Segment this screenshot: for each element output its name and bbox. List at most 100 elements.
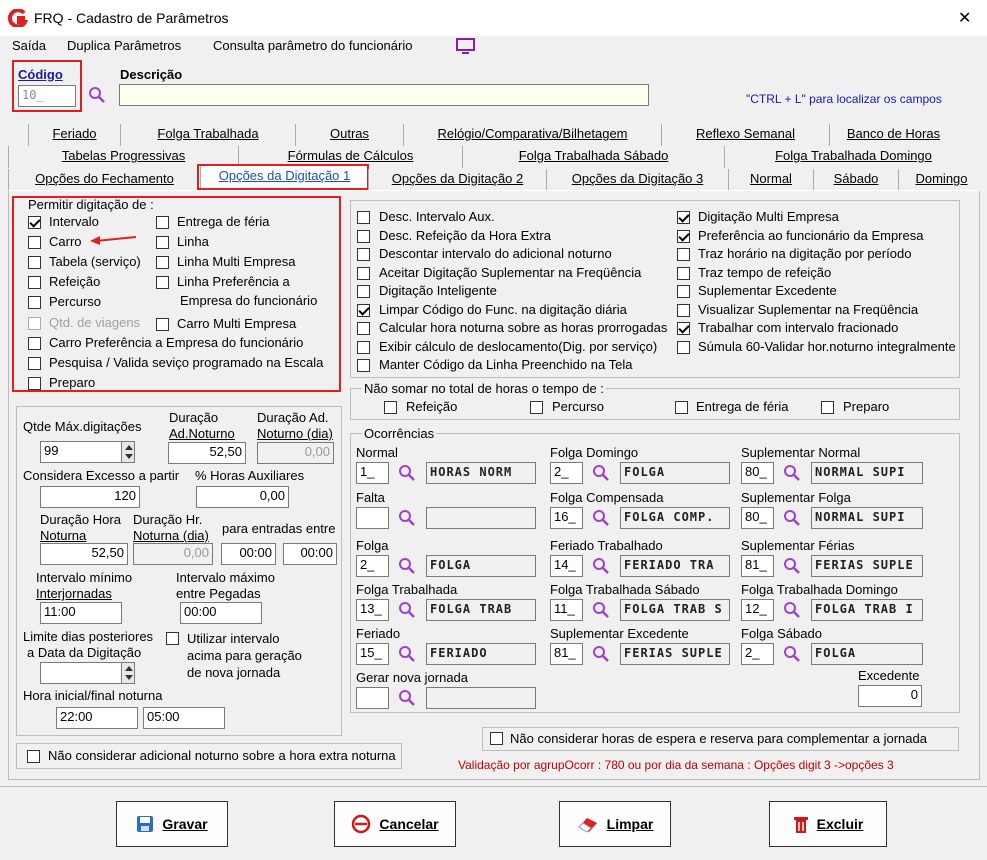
tab-opcoes-digitacao-2[interactable]: Opções da Digitação 2 [368, 169, 546, 191]
tabela-servico-checkbox[interactable] [28, 256, 41, 269]
horas-aux-input[interactable]: 0,00 [196, 486, 289, 508]
nao-considerar-adicional-checkbox[interactable] [27, 750, 40, 763]
dur-hora-not-input[interactable]: 52,50 [40, 543, 128, 565]
nao-somar-preparo-checkbox[interactable] [821, 401, 834, 414]
limpar-button[interactable]: Limpar [559, 801, 671, 847]
ocorrencia-code-input[interactable]: 14_ [550, 555, 583, 577]
int-min-input[interactable]: 11:00 [40, 602, 122, 624]
dur-ad-not-dia-input[interactable]: 0,00 [257, 442, 334, 464]
search-icon[interactable] [398, 557, 416, 575]
tab-domingo[interactable]: Domingo [898, 169, 984, 191]
option-checkbox[interactable] [357, 211, 370, 224]
refeicao-checkbox[interactable] [28, 276, 41, 289]
ocorrencia-code-input[interactable]: 11_ [550, 599, 583, 621]
carro-multi-checkbox[interactable] [156, 318, 169, 331]
ocorrencia-code-input[interactable]: 2_ [741, 643, 774, 665]
entrada1-input[interactable]: 00:00 [221, 543, 276, 565]
limite-input[interactable] [40, 662, 122, 684]
ocorrencia-code-input[interactable]: 15_ [356, 643, 389, 665]
carro-checkbox[interactable] [28, 236, 41, 249]
ocorrencia-code-input[interactable]: 13_ [356, 599, 389, 621]
qtde-input[interactable]: 99 [40, 441, 122, 463]
ocorrencia-code-input[interactable]: 80_ [741, 462, 774, 484]
ocorrencia-code-input[interactable]: 12_ [741, 599, 774, 621]
option-checkbox[interactable] [677, 340, 690, 354]
tab-opcoes-digitacao-3[interactable]: Opções da Digitação 3 [546, 169, 728, 191]
tab-folga-trab-sabado[interactable]: Folga Trabalhada Sábado [462, 146, 724, 168]
nao-considerar-espera-checkbox[interactable] [490, 732, 503, 745]
menu-duplica[interactable]: Duplica Parâmetros [67, 38, 181, 53]
option-checkbox[interactable] [677, 303, 690, 317]
entrada2-input[interactable]: 00:00 [283, 543, 337, 565]
option-checkbox[interactable] [677, 229, 690, 243]
search-icon[interactable] [398, 464, 416, 482]
entrega-feria-checkbox[interactable] [156, 216, 169, 229]
pesquisa-valida-checkbox[interactable] [28, 357, 41, 370]
tab-feriado[interactable]: Feriado [28, 124, 120, 146]
option-checkbox[interactable] [677, 322, 690, 335]
hora-ini-input[interactable]: 22:00 [56, 707, 138, 729]
search-icon[interactable] [783, 464, 801, 482]
ocorrencia-code-input[interactable]: 16_ [550, 507, 583, 529]
search-icon[interactable] [783, 509, 801, 527]
dur-hr-not-dia-input[interactable]: 0,00 [133, 543, 213, 565]
menu-consulta[interactable]: Consulta parâmetro do funcionário [213, 38, 412, 53]
option-checkbox[interactable] [677, 248, 690, 261]
tab-banco-horas[interactable]: Banco de Horas [829, 124, 957, 146]
option-checkbox[interactable] [357, 340, 370, 354]
search-icon[interactable] [398, 689, 416, 707]
tab-normal[interactable]: Normal [728, 169, 813, 191]
option-checkbox[interactable] [357, 303, 370, 317]
descricao-input[interactable] [119, 84, 649, 106]
utilizar-intervalo-checkbox[interactable] [166, 632, 179, 645]
tab-folga-trabalhada[interactable]: Folga Trabalhada [120, 124, 295, 146]
menu-saida[interactable]: Saída [12, 38, 46, 53]
preparo-checkbox[interactable] [28, 377, 41, 390]
excedente-input[interactable]: 0 [858, 685, 922, 707]
linha-multi-checkbox[interactable] [156, 256, 169, 269]
search-icon[interactable] [592, 464, 610, 482]
search-icon[interactable] [88, 86, 106, 104]
gravar-button[interactable]: Gravar [116, 801, 228, 847]
qtde-spinner[interactable] [121, 441, 135, 463]
limite-spinner[interactable] [121, 662, 135, 684]
intervalo-checkbox[interactable] [28, 216, 41, 229]
linha-pref-checkbox[interactable] [156, 276, 169, 289]
option-checkbox[interactable] [357, 266, 370, 280]
search-icon[interactable] [783, 601, 801, 619]
nao-somar-percurso-checkbox[interactable] [530, 401, 543, 414]
ocorrencia-code-input[interactable] [356, 507, 389, 529]
search-icon[interactable] [398, 509, 416, 527]
percurso-checkbox[interactable] [28, 296, 41, 309]
cancelar-button[interactable]: Cancelar [334, 801, 456, 847]
tab-reflexo-semanal[interactable]: Reflexo Semanal [661, 124, 829, 146]
option-checkbox[interactable] [357, 229, 370, 243]
search-icon[interactable] [592, 509, 610, 527]
search-icon[interactable] [592, 645, 610, 663]
ocorrencia-code-input[interactable]: 2_ [550, 462, 583, 484]
ocorrencia-code-input[interactable]: 80_ [741, 507, 774, 529]
linha-checkbox[interactable] [156, 236, 169, 249]
tab-opcoes-fechamento[interactable]: Opções do Fechamento [8, 169, 200, 191]
option-checkbox[interactable] [357, 248, 370, 261]
excesso-input[interactable]: 120 [40, 486, 140, 508]
option-checkbox[interactable] [677, 285, 690, 298]
excluir-button[interactable]: Excluir [769, 801, 887, 847]
search-icon[interactable] [592, 557, 610, 575]
monitor-icon[interactable] [456, 38, 476, 54]
qtd-viagens-checkbox[interactable] [28, 317, 41, 330]
option-checkbox[interactable] [357, 359, 370, 372]
tab-sabado[interactable]: Sábado [813, 169, 898, 191]
search-icon[interactable] [398, 645, 416, 663]
option-checkbox[interactable] [677, 266, 690, 280]
dur-ad-not-input[interactable]: 52,50 [168, 442, 246, 464]
tab-outras[interactable]: Outras [295, 124, 403, 146]
search-icon[interactable] [783, 557, 801, 575]
ocorrencia-code-input[interactable]: 81_ [550, 643, 583, 665]
codigo-input[interactable]: 10_ [18, 85, 76, 107]
ocorrencia-code-input[interactable]: 1_ [356, 462, 389, 484]
ocorrencia-code-input[interactable]: 2_ [356, 555, 389, 577]
search-icon[interactable] [398, 601, 416, 619]
tab-folga-trab-domingo[interactable]: Folga Trabalhada Domingo [724, 146, 982, 168]
ocorrencia-code-input[interactable] [356, 687, 389, 709]
